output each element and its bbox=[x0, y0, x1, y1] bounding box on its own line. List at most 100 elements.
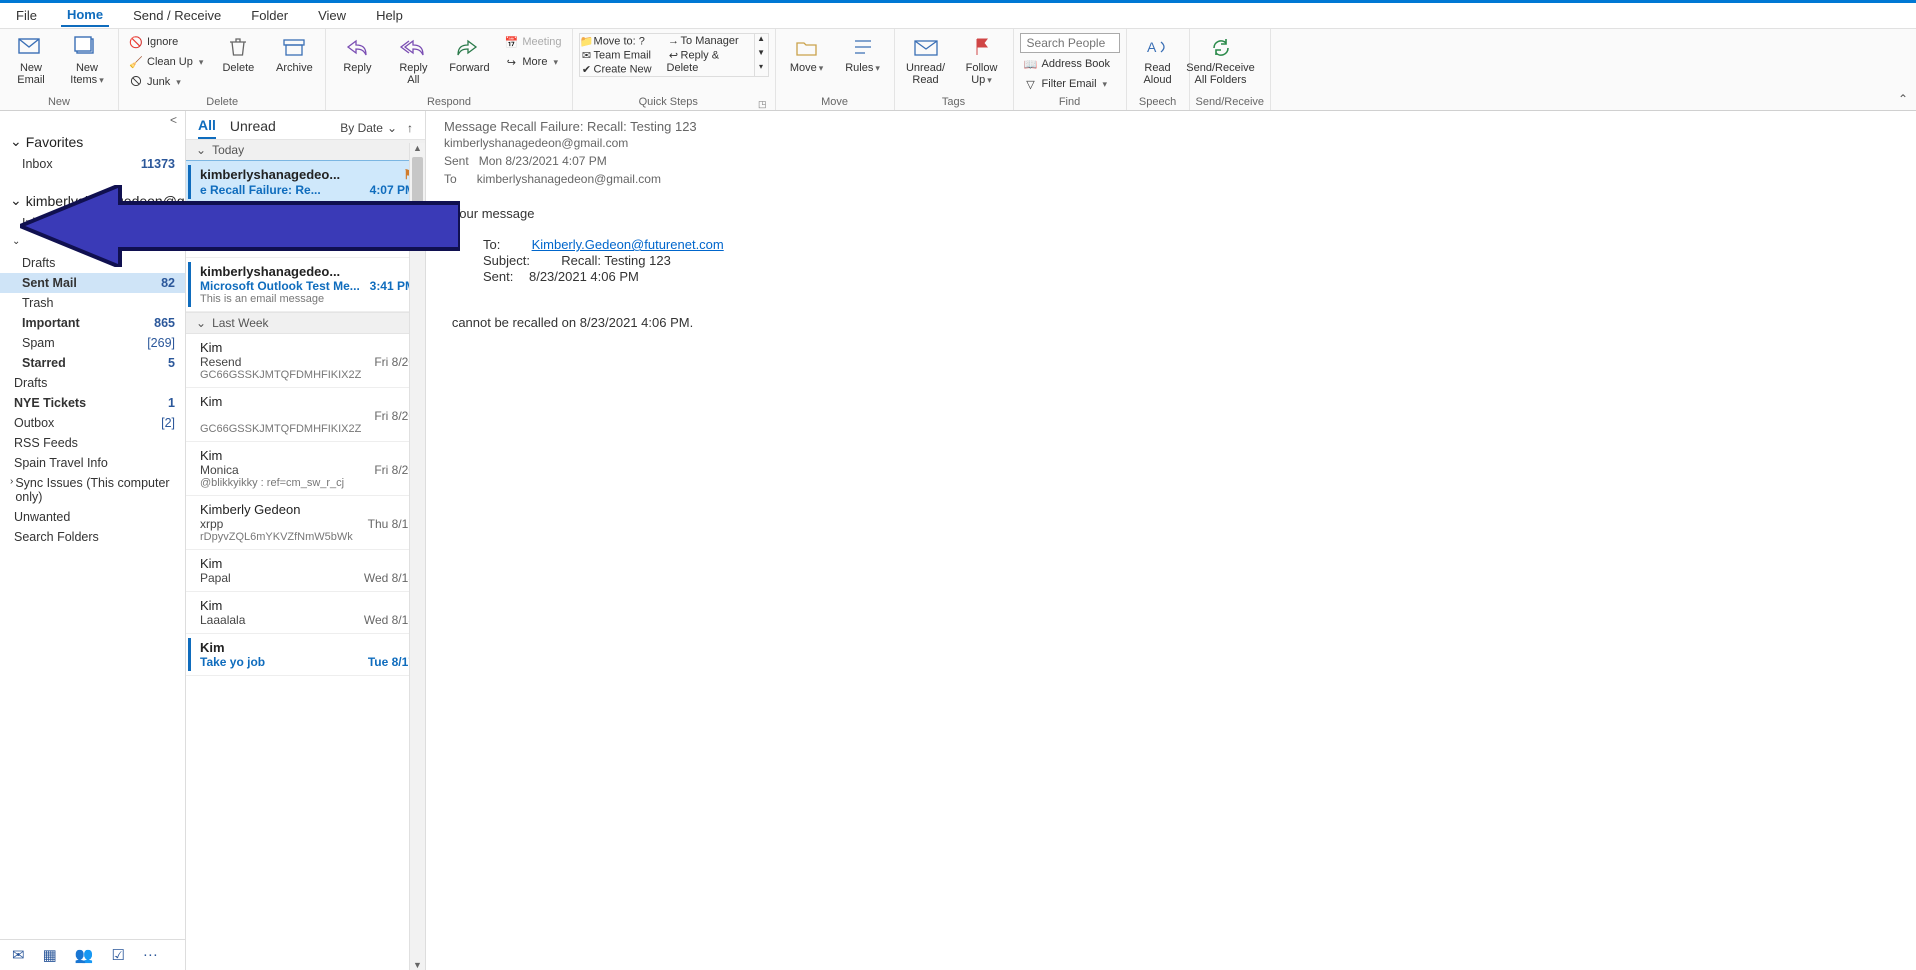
tab-file[interactable]: File bbox=[10, 5, 43, 26]
scroll-up-icon[interactable]: ▲ bbox=[410, 143, 425, 153]
folder-spam[interactable]: Spam[269] bbox=[0, 333, 185, 353]
cleanup-button[interactable]: 🧹Clean Up bbox=[125, 53, 207, 71]
msg-subject: Laaalala bbox=[200, 613, 245, 627]
qs-more[interactable]: ▾ bbox=[755, 62, 768, 76]
sendreceive-all-button[interactable]: Send/Receive All Folders bbox=[1196, 33, 1246, 86]
msg-from: Kim bbox=[200, 448, 222, 463]
folder-unwanted[interactable]: Unwanted bbox=[0, 507, 185, 527]
archive-button[interactable]: Archive bbox=[269, 33, 319, 74]
scroll-down-icon[interactable]: ▼ bbox=[410, 960, 425, 970]
ribbon-group-sr-label: Send/Receive bbox=[1196, 94, 1265, 110]
list-group-header[interactable]: ⌄Today bbox=[186, 139, 425, 161]
folder-gmail[interactable]: ⌄[G... bbox=[0, 233, 185, 253]
account-header[interactable]: ⌄kimberlyshanagedeon@g... bbox=[0, 188, 185, 213]
forward-button[interactable]: Forward bbox=[444, 33, 494, 74]
message-list-item[interactable]: kimberlyshanagedeo...⚑e Recall Failure: … bbox=[186, 161, 425, 204]
qs-createnew[interactable]: ✔Create New bbox=[580, 62, 667, 76]
reply-button[interactable]: Reply bbox=[332, 33, 382, 74]
message-list-item[interactable]: KimFri 8/20GC66GSSKJMTQFDMHFIKIX2Z bbox=[186, 388, 425, 442]
folder-sync[interactable]: ›Sync Issues (This computer only) bbox=[0, 473, 185, 507]
scroll-thumb[interactable] bbox=[412, 157, 423, 217]
message-list-item[interactable]: KimberlyShanaGede...Testing 1233:46 PMFr… bbox=[186, 204, 425, 258]
tab-view[interactable]: View bbox=[312, 5, 352, 26]
message-list-item[interactable]: kimberlyshanagedeo...Microsoft Outlook T… bbox=[186, 258, 425, 312]
tab-help[interactable]: Help bbox=[370, 5, 409, 26]
favorites-header[interactable]: ⌄Favorites bbox=[0, 129, 185, 154]
rules-button[interactable]: Rules bbox=[838, 33, 888, 74]
ribbon-group-respond: Reply Reply All Forward 📅Meeting ↪More R… bbox=[326, 29, 572, 110]
unread-read-button[interactable]: Unread/ Read bbox=[901, 33, 951, 86]
rules-icon bbox=[849, 35, 877, 59]
qs-moveto[interactable]: 📁Move to: ? bbox=[580, 34, 667, 48]
followup-button[interactable]: Follow Up bbox=[957, 33, 1007, 86]
nav-more-icon[interactable]: ··· bbox=[143, 946, 158, 964]
message-list-pane: All Unread By Date⌄↑ ⌄Todaykimberlyshana… bbox=[186, 111, 426, 970]
qs-up[interactable]: ▲ bbox=[755, 34, 768, 48]
reply-all-label: Reply All bbox=[399, 62, 427, 86]
ribbon: New Email New Items New 🚫Ignore 🧹Clean U… bbox=[0, 29, 1916, 111]
junk-button[interactable]: 🛇Junk bbox=[125, 73, 207, 91]
message-list-scrollbar[interactable]: ▲ ▼ bbox=[409, 143, 425, 970]
folder-label: Inbox bbox=[22, 216, 53, 230]
tab-sendreceive[interactable]: Send / Receive bbox=[127, 5, 227, 26]
tab-folder[interactable]: Folder bbox=[245, 5, 294, 26]
filter-email-button[interactable]: ▽Filter Email bbox=[1020, 75, 1120, 93]
msg-subject: Testing 123 bbox=[200, 225, 261, 239]
message-list-item[interactable]: KimResendFri 8/20GC66GSSKJMTQFDMHFIKIX2Z bbox=[186, 334, 425, 388]
folder-drafts[interactable]: Drafts bbox=[0, 253, 185, 273]
move-button[interactable]: Move bbox=[782, 33, 832, 74]
sort-by-date[interactable]: By Date⌄↑ bbox=[340, 121, 413, 135]
addressbook-label: Address Book bbox=[1042, 58, 1110, 70]
folder-rss[interactable]: RSS Feeds bbox=[0, 433, 185, 453]
new-email-button[interactable]: New Email bbox=[6, 33, 56, 86]
qs-teamemail[interactable]: ✉Team Email bbox=[580, 48, 667, 62]
body-to-link[interactable]: Kimberly.Gedeon@futurenet.com bbox=[532, 237, 724, 252]
folder-inbox[interactable]: Inbox bbox=[0, 213, 185, 233]
meeting-button[interactable]: 📅Meeting bbox=[500, 33, 565, 51]
trash-icon bbox=[224, 35, 252, 59]
read-aloud-button[interactable]: ARead Aloud bbox=[1133, 33, 1183, 86]
folder-spain[interactable]: Spain Travel Info bbox=[0, 453, 185, 473]
folder-trash[interactable]: Trash bbox=[0, 293, 185, 313]
reading-body: Your message To: Kimberly.Gedeon@futuren… bbox=[444, 206, 1898, 331]
forward-label: Forward bbox=[449, 62, 489, 74]
folder-fav-inbox[interactable]: Inbox11373 bbox=[0, 154, 185, 174]
message-list-item[interactable]: Kimberly GedeonxrppThu 8/19rDpyvZQL6mYKV… bbox=[186, 496, 425, 550]
qs-dialog-launcher[interactable]: ◳ bbox=[758, 99, 767, 110]
message-list-item[interactable]: KimMonicaFri 8/20@blikkyikky : ref=cm_sw… bbox=[186, 442, 425, 496]
msg-preview: From: Google bbox=[200, 239, 415, 251]
folder-important[interactable]: Important865 bbox=[0, 313, 185, 333]
ribbon-collapse-button[interactable]: ⌃ bbox=[1898, 92, 1908, 106]
qs-replydelete[interactable]: ↩Reply & Delete bbox=[667, 48, 754, 74]
reply-all-button[interactable]: Reply All bbox=[388, 33, 438, 86]
ignore-button[interactable]: 🚫Ignore bbox=[125, 33, 207, 51]
message-list-item[interactable]: KimTake yo jobTue 8/17 bbox=[186, 634, 425, 676]
delete-button[interactable]: Delete bbox=[213, 33, 263, 74]
message-list-item[interactable]: KimPapalWed 8/18 bbox=[186, 550, 425, 592]
folder-pane-collapse[interactable]: < bbox=[0, 111, 185, 129]
reply-label: Reply bbox=[343, 62, 371, 74]
nav-tasks-icon[interactable]: ☑ bbox=[111, 946, 124, 964]
folder-searchfolders[interactable]: Search Folders bbox=[0, 527, 185, 547]
message-list-item[interactable]: KimLaaalalaWed 8/18 bbox=[186, 592, 425, 634]
qs-teamemail-label: Team Email bbox=[594, 50, 651, 62]
nav-people-icon[interactable]: 👥 bbox=[75, 946, 94, 964]
tab-home[interactable]: Home bbox=[61, 4, 109, 27]
nav-mail-icon[interactable]: ✉ bbox=[12, 946, 25, 964]
filter-all[interactable]: All bbox=[198, 117, 216, 139]
folder-sentmail[interactable]: Sent Mail82 bbox=[0, 273, 185, 293]
folder-nye[interactable]: NYE Tickets1 bbox=[0, 393, 185, 413]
qs-down[interactable]: ▼ bbox=[755, 48, 768, 62]
folder-starred[interactable]: Starred5 bbox=[0, 353, 185, 373]
new-items-button[interactable]: New Items bbox=[62, 33, 112, 86]
nav-bar: ✉ ▦ 👥 ☑ ··· bbox=[0, 939, 185, 970]
folder-outbox[interactable]: Outbox[2] bbox=[0, 413, 185, 433]
more-respond-button[interactable]: ↪More bbox=[500, 53, 565, 71]
list-group-header[interactable]: ⌄Last Week bbox=[186, 312, 425, 334]
search-people-input[interactable] bbox=[1020, 33, 1120, 53]
folder-drafts2[interactable]: Drafts bbox=[0, 373, 185, 393]
qs-tomanager[interactable]: →To Manager bbox=[667, 34, 754, 48]
filter-unread[interactable]: Unread bbox=[230, 118, 276, 138]
nav-calendar-icon[interactable]: ▦ bbox=[43, 946, 57, 964]
address-book-button[interactable]: 📖Address Book bbox=[1020, 55, 1120, 73]
